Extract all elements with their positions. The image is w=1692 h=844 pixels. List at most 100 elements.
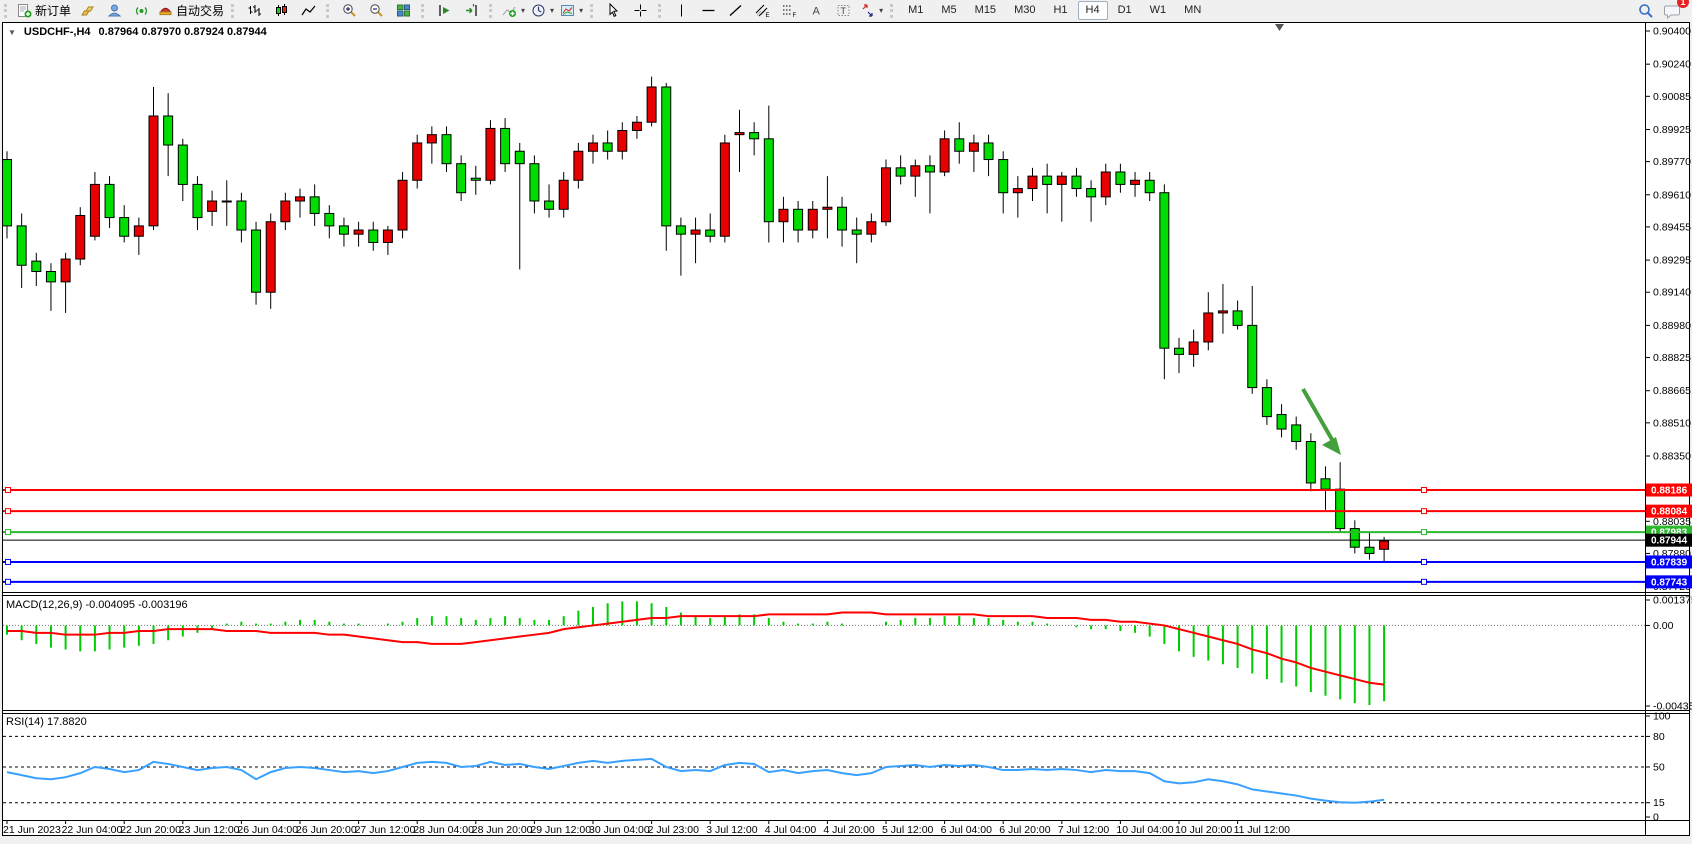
chart-expander-icon[interactable]: ▼ [8,28,16,37]
template-icon [560,3,575,18]
svg-text:0.88665: 0.88665 [1653,385,1691,397]
new-order-label: 新订单 [35,2,71,19]
svg-text:0.87839: 0.87839 [1651,557,1688,568]
auto-scroll-button[interactable] [431,0,458,21]
zoom-in-button[interactable] [336,0,363,21]
fibonacci-icon: F [782,3,797,18]
text-a-icon: A [809,3,824,18]
cursor-button[interactable] [600,0,627,21]
timeframe-h4-button[interactable]: H4 [1078,1,1108,20]
signals-button[interactable] [128,0,155,21]
quotes-button[interactable] [74,0,101,21]
toolbar-grip [4,4,12,18]
equidistant-channel-button[interactable]: E [749,0,776,21]
price-badge-0.87839: 0.87839 [1646,555,1692,568]
indicators-caret: ▾ [521,6,525,15]
svg-text:0.88980: 0.88980 [1653,320,1691,332]
new-order-button[interactable]: 新订单 [14,0,74,21]
timeframe-buttons: M1M5M15M30H1H4D1W1MN [900,1,1209,20]
svg-text:26 Jun 20:00: 26 Jun 20:00 [296,824,357,836]
rsi-indicator-label: RSI(14) 17.8820 [6,716,87,728]
price-badge-0.87944: 0.87944 [1646,534,1692,547]
svg-text:10 Jul 04:00: 10 Jul 04:00 [1116,824,1173,836]
zoom-in-icon [342,3,357,18]
main-toolbar: 新订单 自动交易 [0,0,1692,21]
svg-text:0.89455: 0.89455 [1653,221,1691,233]
svg-text:0.88084: 0.88084 [1651,507,1688,518]
svg-text:3 Jul 12:00: 3 Jul 12:00 [706,824,758,836]
search-button[interactable] [1632,0,1659,21]
fibonacci-button[interactable]: F [776,0,803,21]
arrows-icon [860,3,875,18]
svg-text:11 Jul 12:00: 11 Jul 12:00 [1234,824,1291,836]
svg-text:22 Jun 04:00: 22 Jun 04:00 [62,824,123,836]
chat-button[interactable]: 1 [1659,0,1686,21]
svg-text:80: 80 [1653,731,1665,743]
templates-caret: ▾ [579,6,583,15]
timeframe-m15-button[interactable]: M15 [967,1,1004,20]
svg-text:0.88825: 0.88825 [1653,352,1691,364]
price-badge-0.87743: 0.87743 [1646,575,1692,588]
svg-text:0.90400: 0.90400 [1653,26,1691,38]
timeframe-m30-button[interactable]: M30 [1006,1,1043,20]
svg-text:0.88350: 0.88350 [1653,451,1691,463]
toolbar-grip [890,4,898,18]
zoom-out-button[interactable] [363,0,390,21]
tile-windows-icon [396,3,411,18]
text-label-button[interactable]: T [830,0,857,21]
cursor-icon [606,3,621,18]
candlestick-icon [274,3,289,18]
svg-text:30 Jun 04:00: 30 Jun 04:00 [589,824,650,836]
svg-text:0.87944: 0.87944 [1651,536,1688,547]
arrows-button[interactable]: ▾ [857,0,886,21]
candlestick-button[interactable] [268,0,295,21]
text-label-icon: T [836,3,851,18]
trendline-button[interactable] [722,0,749,21]
svg-text:0.00: 0.00 [1653,620,1674,632]
toolbar-grip [590,4,598,18]
timeframe-m1-button[interactable]: M1 [900,1,931,20]
svg-text:50: 50 [1653,762,1665,774]
horizontal-line-button[interactable] [695,0,722,21]
svg-text:100: 100 [1653,711,1671,723]
timeframe-h1-button[interactable]: H1 [1045,1,1075,20]
autotrading-icon [158,3,173,18]
svg-text:26 Jun 04:00: 26 Jun 04:00 [237,824,298,836]
vertical-line-button[interactable] [668,0,695,21]
svg-text:F: F [793,13,797,18]
timeframe-w1-button[interactable]: W1 [1142,1,1175,20]
svg-text:6 Jul 04:00: 6 Jul 04:00 [941,824,993,836]
chart-shift-button[interactable] [458,0,485,21]
svg-text:A: A [813,6,821,18]
tile-windows-button[interactable] [390,0,417,21]
templates-button[interactable]: ▾ [557,0,586,21]
chart-shift-icon [464,3,479,18]
svg-text:4 Jul 04:00: 4 Jul 04:00 [765,824,817,836]
svg-text:0.001375: 0.001375 [1653,595,1692,607]
autotrading-button[interactable]: 自动交易 [155,0,227,21]
svg-text:2 Jul 23:00: 2 Jul 23:00 [648,824,700,836]
text-button[interactable]: A [803,0,830,21]
svg-text:0.89295: 0.89295 [1653,255,1691,267]
timeframe-mn-button[interactable]: MN [1176,1,1209,20]
timeframe-m5-button[interactable]: M5 [933,1,964,20]
crosshair-button[interactable] [627,0,654,21]
chart-window: 0.904000.902400.900850.899250.897700.896… [0,21,1692,844]
svg-text:27 Jun 12:00: 27 Jun 12:00 [355,824,416,836]
svg-text:6 Jul 20:00: 6 Jul 20:00 [999,824,1051,836]
periods-button[interactable]: ▾ [528,0,557,21]
horizontal-line-icon [701,3,716,18]
bar-chart-icon [247,3,262,18]
svg-text:10 Jul 20:00: 10 Jul 20:00 [1175,824,1232,836]
timeframe-d1-button[interactable]: D1 [1110,1,1140,20]
price-chart[interactable]: 0.904000.902400.900850.899250.897700.896… [0,21,1692,844]
indicators-button[interactable]: ▾ [499,0,528,21]
svg-text:0: 0 [1653,812,1659,824]
line-chart-button[interactable] [295,0,322,21]
community-button[interactable] [101,0,128,21]
crosshair-icon [633,3,648,18]
person-icon [107,3,122,18]
autotrading-label: 自动交易 [176,2,224,19]
bar-chart-button[interactable] [241,0,268,21]
svg-text:21 Jun 2023: 21 Jun 2023 [3,824,61,836]
